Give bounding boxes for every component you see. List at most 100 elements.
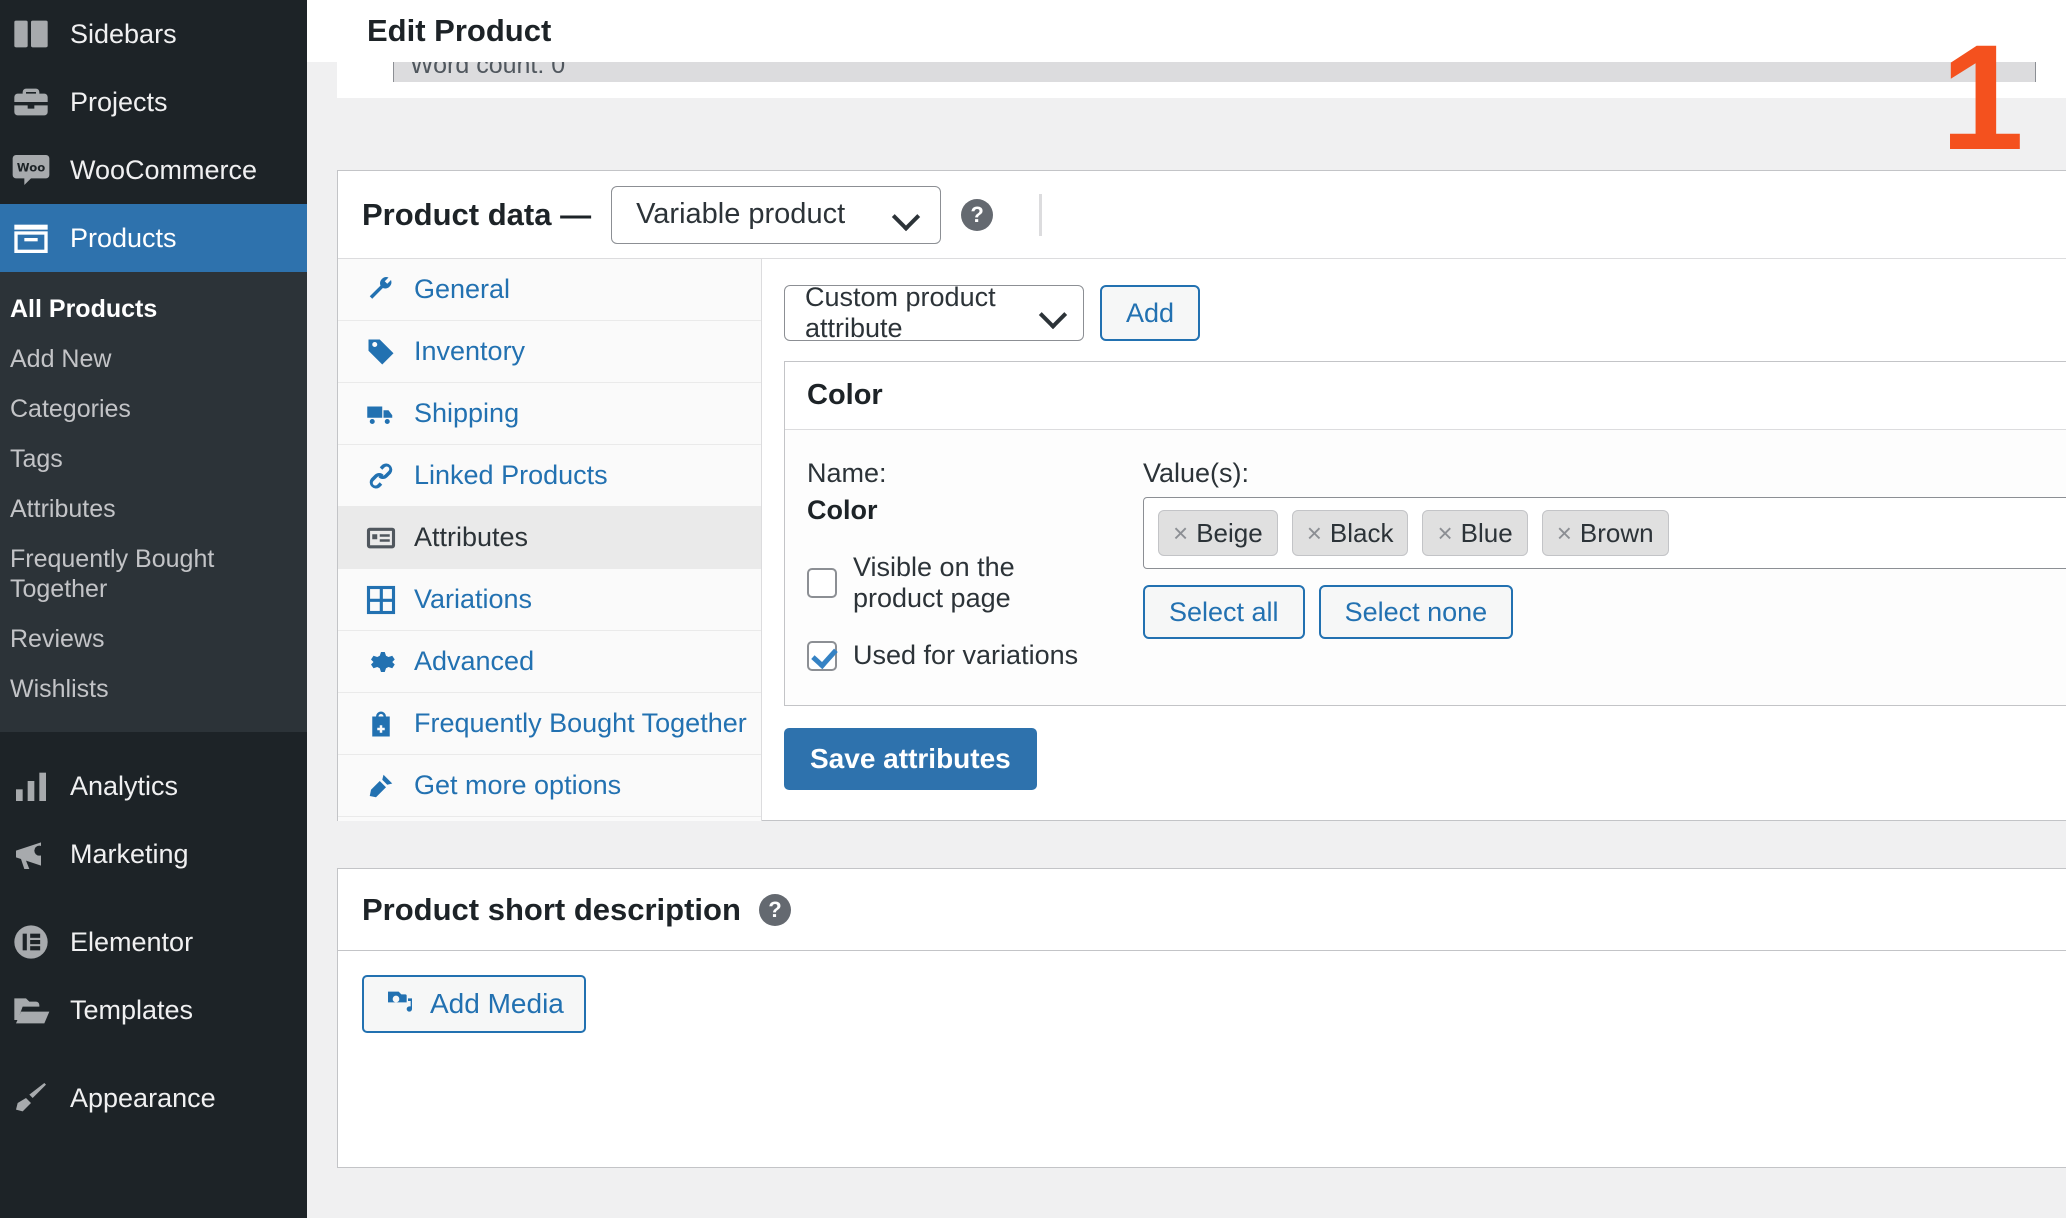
attribute-type-select[interactable]: Custom product attribute (784, 282, 1084, 343)
plug-icon (364, 769, 398, 803)
save-attributes-button[interactable]: Save attributes (784, 728, 1037, 790)
tab-variations[interactable]: Variations (338, 569, 761, 631)
short-description-header: Product short description ? (338, 869, 2066, 951)
tab-attributes[interactable]: Attributes (338, 507, 761, 569)
values-input[interactable]: × Beige × Black × Blue × Brown (1143, 497, 2066, 569)
submenu-item-all-products[interactable]: All Products (0, 284, 307, 334)
megaphone-icon (10, 833, 52, 875)
submenu-item-tags[interactable]: Tags (0, 434, 307, 484)
chip-label: Blue (1460, 517, 1513, 548)
remove-icon[interactable]: × (1557, 518, 1572, 549)
gear-icon (364, 645, 398, 679)
tag-icon (364, 335, 398, 369)
submenu-item-add-new[interactable]: Add New (0, 334, 307, 384)
tab-label: Linked Products (414, 460, 608, 490)
remove-icon[interactable]: × (1173, 518, 1188, 549)
tab-label: Get more options (414, 770, 622, 800)
submenu-item-categories[interactable]: Categories (0, 384, 307, 434)
word-count: Word count: 0 (393, 62, 2036, 82)
svg-text:Woo: Woo (17, 161, 45, 175)
visible-checkbox[interactable] (807, 568, 837, 598)
tab-inventory[interactable]: Inventory (338, 321, 761, 383)
submenu-item-attributes[interactable]: Attributes (0, 484, 307, 534)
values-label: Value(s): (1143, 458, 1250, 488)
submenu-item-frequently-bought-together[interactable]: Frequently Bought Together (0, 534, 307, 614)
submenu-item-reviews[interactable]: Reviews (0, 614, 307, 664)
sidebar-item-marketing[interactable]: Marketing (0, 820, 307, 888)
wrench-icon (364, 273, 398, 307)
product-data-title: Product data — (362, 196, 592, 232)
value-chip-black[interactable]: × Black (1291, 510, 1409, 556)
tab-get-more-options[interactable]: Get more options (338, 755, 761, 817)
chevron-down-icon (1041, 305, 1067, 321)
app-screen: Sidebars Projects Woo WooCommerce Produc… (0, 0, 2066, 1218)
add-attribute-button[interactable]: Add (1100, 285, 1201, 341)
used-for-variations-label: Used for variations (853, 640, 1079, 670)
paintbrush-icon (10, 1077, 52, 1119)
tab-advanced[interactable]: Advanced (338, 631, 761, 693)
bag-plus-icon (364, 707, 398, 741)
sidebar-item-label: Marketing (70, 838, 189, 869)
tab-shipping[interactable]: Shipping (338, 383, 761, 445)
sidebar-item-sidebars[interactable]: Sidebars (0, 0, 307, 68)
sidebar-item-templates[interactable]: Templates (0, 976, 307, 1044)
sidebar-separator (0, 732, 307, 752)
grid-icon (364, 583, 398, 617)
attribute-card-header[interactable]: Color (785, 362, 2066, 430)
select-none-button[interactable]: Select none (1318, 585, 1514, 639)
tab-linked-products[interactable]: Linked Products (338, 445, 761, 507)
attributes-toolbar: Custom product attribute Add (784, 282, 2066, 343)
product-data-panel: Product data — Variable product ? Genera… (337, 170, 2066, 821)
value-chip-brown[interactable]: × Brown (1541, 510, 1669, 556)
help-icon[interactable]: ? (758, 893, 791, 926)
remove-icon[interactable]: × (1437, 518, 1452, 549)
sidebar-item-analytics[interactable]: Analytics (0, 752, 307, 820)
sidebar-item-label: WooCommerce (70, 154, 258, 185)
sidebar-item-woocommerce[interactable]: Woo WooCommerce (0, 136, 307, 204)
annotation-step-number: 1 (1940, 13, 2024, 181)
add-media-label: Add Media (430, 988, 564, 1019)
sidebar-item-label: Sidebars (70, 18, 177, 49)
sidebars-icon (10, 13, 52, 55)
tab-label: Frequently Bought Together (414, 708, 747, 738)
bar-chart-icon (10, 765, 52, 807)
attribute-name-value: Color (807, 495, 878, 525)
product-data-tabs: General Inventory Shipping Linked Produc… (338, 259, 762, 821)
briefcase-icon (10, 81, 52, 123)
sidebar-item-projects[interactable]: Projects (0, 68, 307, 136)
page-title: Edit Product (367, 13, 552, 48)
tab-label: Variations (414, 584, 533, 614)
tab-label: General (414, 274, 511, 304)
products-icon (10, 217, 52, 259)
attributes-panel: Custom product attribute Add Color Name: (762, 259, 2066, 821)
remove-icon[interactable]: × (1307, 518, 1322, 549)
short-description-body: Add Media (338, 951, 2066, 1033)
sidebar-item-appearance[interactable]: Appearance (0, 1064, 307, 1132)
list-icon (364, 521, 398, 555)
sidebar-item-elementor[interactable]: Elementor (0, 908, 307, 976)
help-icon[interactable]: ? (961, 198, 994, 231)
woo-icon: Woo (10, 149, 52, 191)
tab-general[interactable]: General (338, 259, 761, 321)
submenu-item-wishlists[interactable]: Wishlists (0, 664, 307, 714)
value-chip-blue[interactable]: × Blue (1422, 510, 1528, 556)
used-for-variations-checkbox[interactable] (807, 640, 837, 671)
attribute-card-body: Name: Color Visible on the product page … (785, 430, 2066, 705)
used-for-variations-row[interactable]: Used for variations (807, 640, 1107, 671)
visible-on-product-page-row[interactable]: Visible on the product page (807, 552, 1107, 614)
tab-frequently-bought-together[interactable]: Frequently Bought Together (338, 693, 761, 755)
product-data-body: General Inventory Shipping Linked Produc… (338, 259, 2066, 821)
attribute-card-title: Color (807, 379, 883, 411)
value-chip-beige[interactable]: × Beige (1158, 510, 1278, 556)
visible-checkbox-label: Visible on the product page (853, 552, 1015, 613)
sidebar-separator-2 (0, 888, 307, 908)
sidebar-separator-3 (0, 1044, 307, 1064)
sidebar-item-products[interactable]: Products (0, 204, 307, 272)
chip-label: Brown (1579, 517, 1654, 548)
add-media-button[interactable]: Add Media (362, 975, 586, 1033)
sidebar-item-label: Projects (70, 86, 168, 117)
value-select-buttons: Select all Select none (1143, 585, 2066, 639)
admin-sidebar: Sidebars Projects Woo WooCommerce Produc… (0, 0, 307, 1218)
product-type-select[interactable]: Variable product (611, 185, 942, 244)
select-all-button[interactable]: Select all (1143, 585, 1305, 639)
